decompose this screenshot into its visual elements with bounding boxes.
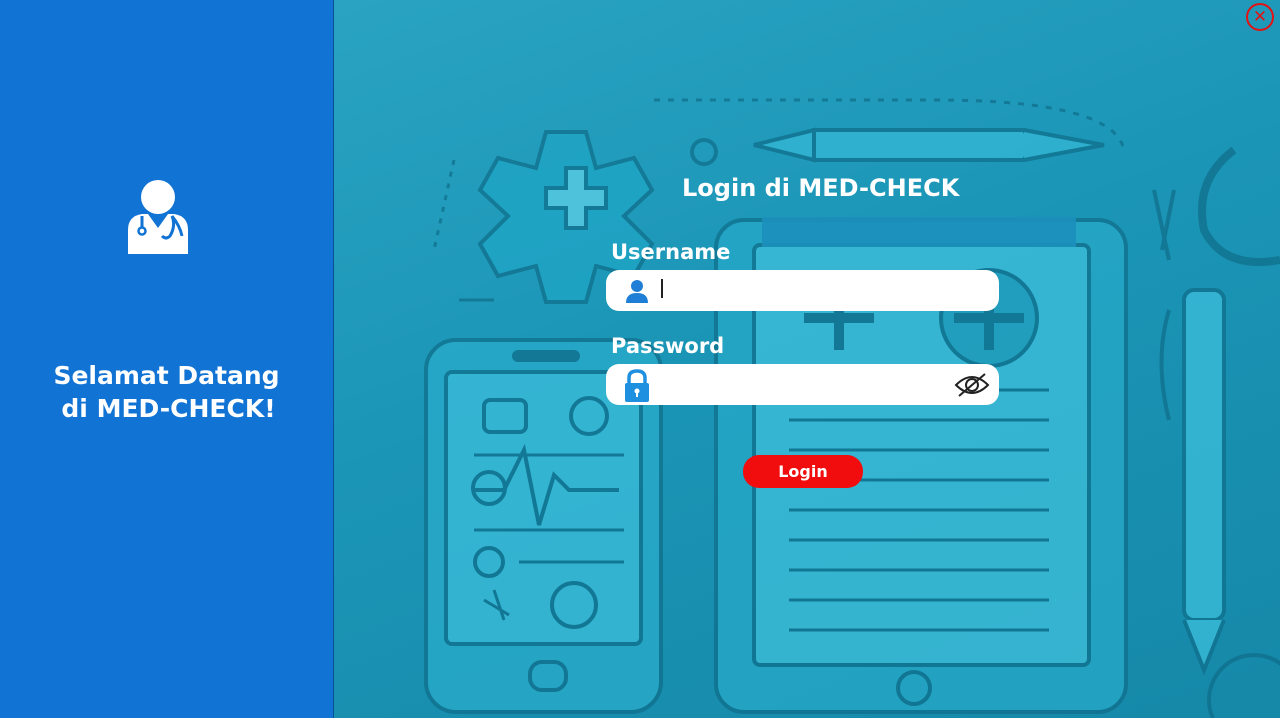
login-background: [334, 0, 1280, 718]
welcome-message: Selamat Datang di MED-CHECK!: [0, 359, 333, 425]
password-input[interactable]: [658, 369, 952, 402]
lock-icon: [625, 369, 649, 402]
user-icon: [626, 280, 648, 303]
close-button[interactable]: ✕: [1246, 3, 1274, 31]
username-label: Username: [611, 240, 731, 264]
username-field-container: [606, 270, 999, 311]
username-input[interactable]: [658, 275, 952, 308]
password-field-container: [606, 364, 999, 405]
sidebar: Selamat Datang di MED-CHECK!: [0, 0, 334, 718]
text-cursor: [661, 279, 663, 298]
password-label: Password: [611, 334, 725, 358]
medical-illustration: [424, 98, 1280, 718]
welcome-line-1: Selamat Datang: [53, 361, 280, 390]
welcome-line-2: di MED-CHECK!: [61, 394, 276, 423]
login-button[interactable]: Login: [743, 455, 863, 488]
login-title: Login di MED-CHECK: [682, 174, 960, 202]
close-icon: ✕: [1252, 7, 1268, 27]
eye-slash-icon[interactable]: [954, 372, 990, 398]
doctor-icon: [128, 180, 188, 254]
